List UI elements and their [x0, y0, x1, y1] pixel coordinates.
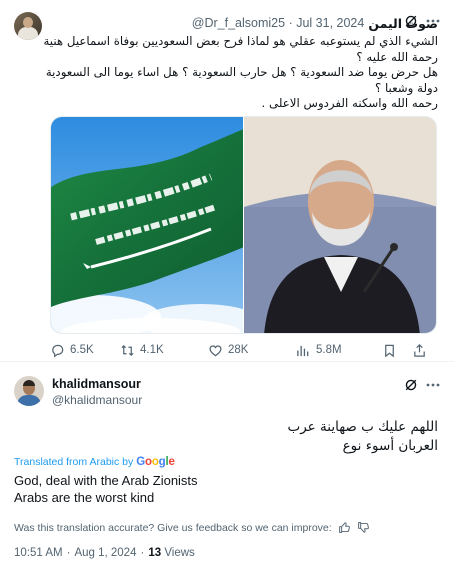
post-footer: 10:51 AM · Aug 1, 2024 · 13 Views	[14, 547, 195, 559]
author-name[interactable]: khalidmansour	[52, 377, 141, 391]
post-time[interactable]: 10:51 AM	[14, 547, 63, 559]
quoted-text-line: الشيء الذي لم يستوعبه عقلي هو لماذا فرح …	[43, 34, 438, 64]
translated-from-text: Translated from Arabic by	[14, 456, 134, 468]
avatar-shirt	[17, 395, 41, 406]
views-count: 5.8M	[316, 344, 342, 356]
reply-button[interactable]: 6.5K	[50, 343, 120, 358]
quoted-post-date[interactable]: Jul 31, 2024	[296, 16, 364, 30]
meta-separator: ·	[288, 16, 293, 30]
repost-button[interactable]: 4.1K	[120, 343, 208, 358]
portrait-illustration	[244, 117, 436, 333]
reply-icon	[52, 344, 64, 358]
portrait-image[interactable]	[243, 117, 436, 333]
avatar-hair	[23, 380, 35, 386]
author-handle[interactable]: @khalidmansour	[52, 393, 142, 407]
quoted-post-meta: @Dr_f_alsomi25 · Jul 31, 2024	[192, 16, 365, 30]
google-letter: G	[136, 456, 145, 468]
author-avatar[interactable]	[14, 376, 44, 406]
quoted-text-line: رحمه الله واسكنه الفردوس الاعلى .	[261, 96, 438, 110]
like-icon	[209, 344, 222, 356]
quoted-text-line: هل حرض يوما ضد السعودية ؟ هل حارب السعود…	[45, 65, 438, 95]
more-icon[interactable]	[425, 377, 441, 393]
flag-illustration	[51, 117, 243, 333]
bookmark-icon	[385, 344, 394, 357]
repost-icon	[121, 344, 134, 356]
reply-count: 6.5K	[70, 344, 94, 356]
post-text: اللهم عليك ب صهاينة عرب العربان أسوء نوع	[38, 418, 438, 456]
google-letter: o	[145, 456, 152, 468]
translated-by-label[interactable]: Translated from Arabic by Google	[14, 456, 175, 468]
grok-icon[interactable]	[404, 14, 418, 28]
post-text-line: اللهم عليك ب صهاينة عرب	[287, 419, 438, 435]
more-icon[interactable]	[425, 13, 441, 29]
google-logo: Google	[136, 456, 175, 468]
avatar-figure	[18, 27, 38, 40]
grok-icon[interactable]	[404, 378, 418, 392]
views-label: Views	[164, 547, 195, 559]
footer-separator: ·	[66, 547, 71, 559]
views-summary[interactable]: 13 Views	[148, 547, 194, 559]
like-count: 28K	[228, 344, 249, 356]
translation-line: God, deal with the Arab Zionists	[14, 473, 198, 488]
like-button[interactable]: 28K	[208, 343, 296, 358]
post-media[interactable]	[50, 116, 437, 334]
quoted-author-avatar[interactable]	[14, 12, 42, 40]
google-letter: e	[168, 456, 175, 468]
thumbs-down-icon[interactable]	[357, 521, 370, 534]
thumbs-up-icon[interactable]	[338, 521, 351, 534]
quoted-post-text: الشيء الذي لم يستوعبه عقلي هو لماذا فرح …	[43, 34, 438, 112]
post-text-line: العربان أسوء نوع	[342, 438, 438, 454]
views-button[interactable]: 5.8M	[296, 343, 382, 358]
repost-count: 4.1K	[140, 344, 164, 356]
translation-feedback: Was this translation accurate? Give us f…	[14, 521, 370, 534]
quoted-author-handle[interactable]: @Dr_f_alsomi25	[192, 16, 285, 30]
saudi-flag-image[interactable]	[51, 117, 243, 333]
footer-separator: ·	[140, 547, 145, 559]
translation-line: Arabs are the worst kind	[14, 490, 155, 505]
share-icon	[414, 343, 425, 357]
bookmark-button[interactable]	[382, 343, 412, 358]
views-icon	[297, 345, 309, 356]
views-count: 13	[148, 547, 162, 559]
quoted-post-header: صوت اليمن @Dr_f_alsomi25 · Jul 31, 2024	[192, 14, 438, 32]
quoted-post[interactable]: صوت اليمن @Dr_f_alsomi25 · Jul 31, 2024 …	[0, 0, 454, 362]
google-letter: o	[151, 456, 159, 468]
post-date[interactable]: Aug 1, 2024	[74, 547, 136, 559]
avatar-head	[23, 17, 33, 28]
quoted-post-actions: 6.5K 4.1K 28K 5.8M	[50, 341, 442, 359]
share-button[interactable]	[412, 343, 432, 358]
translation-text: God, deal with the Arab Zionists Arabs a…	[14, 472, 198, 506]
feedback-prompt: Was this translation accurate? Give us f…	[14, 521, 332, 534]
